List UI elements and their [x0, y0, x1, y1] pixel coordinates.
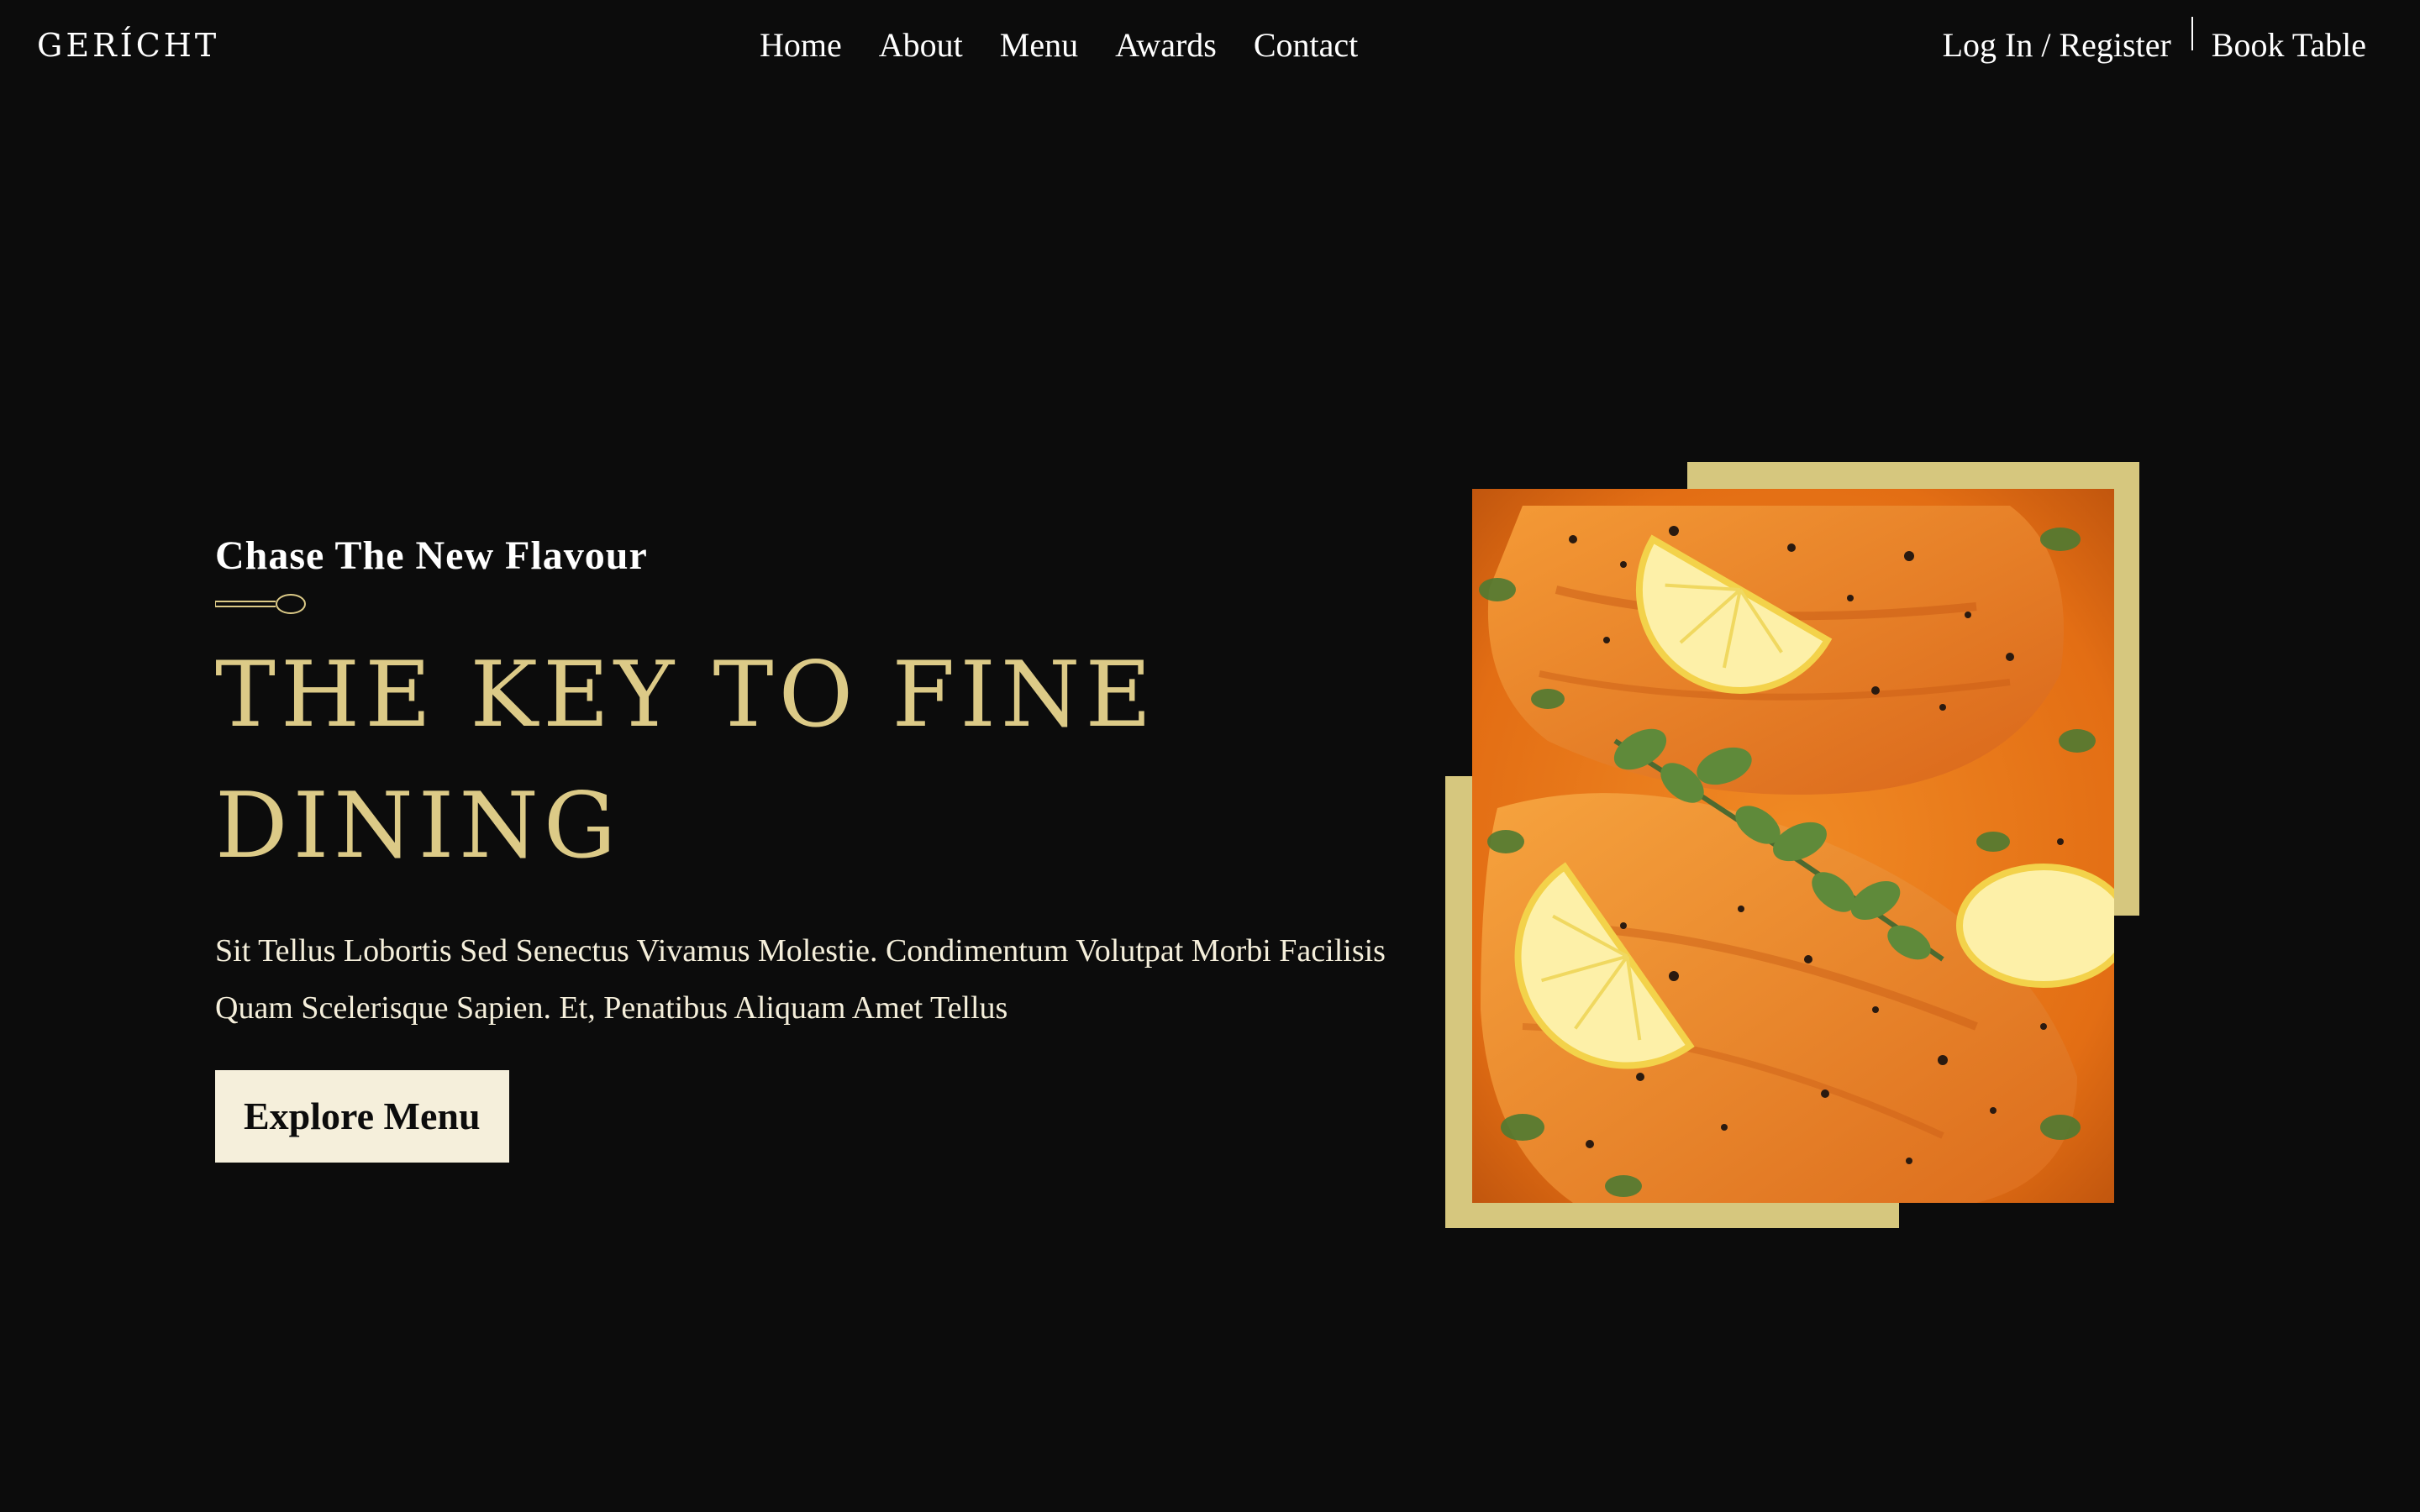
book-table-link[interactable]: Book Table [2212, 24, 2366, 67]
logo[interactable]: GERÍCHT [37, 25, 219, 66]
salmon-illustration [1472, 489, 2114, 1203]
hero-headline: THE KEY TO FINE DINING [215, 630, 1392, 892]
explore-menu-button[interactable]: Explore Menu [215, 1070, 509, 1163]
spoon-icon [215, 594, 306, 614]
navbar: GERÍCHT Home About Menu Awards Contact L… [0, 0, 2420, 92]
nav-divider [2191, 17, 2193, 50]
nav-link-contact[interactable]: Contact [1254, 24, 1358, 67]
nav-link-menu[interactable]: Menu [1000, 24, 1078, 67]
nav-link-awards[interactable]: Awards [1115, 24, 1217, 67]
nav-links: Home About Menu Awards Contact [760, 24, 1358, 67]
hero-food-image [1472, 489, 2114, 1203]
hero-headline-line-2: DINING [215, 774, 622, 879]
nav-right: Log In / Register Book Table [1943, 17, 2366, 67]
nav-link-about[interactable]: About [879, 24, 963, 67]
hero-description: Sit Tellus Lobortis Sed Senectus Vivamus… [215, 933, 1386, 1026]
hero-subtitle: Chase The New Flavour [215, 533, 648, 578]
nav-link-home[interactable]: Home [760, 24, 842, 67]
login-register-link[interactable]: Log In / Register [1943, 24, 2171, 67]
hero-content: Chase The New Flavour THE KEY TO FINE DI… [215, 529, 1392, 1163]
hero-headline-line-1: THE KEY TO FINE [215, 643, 1157, 748]
